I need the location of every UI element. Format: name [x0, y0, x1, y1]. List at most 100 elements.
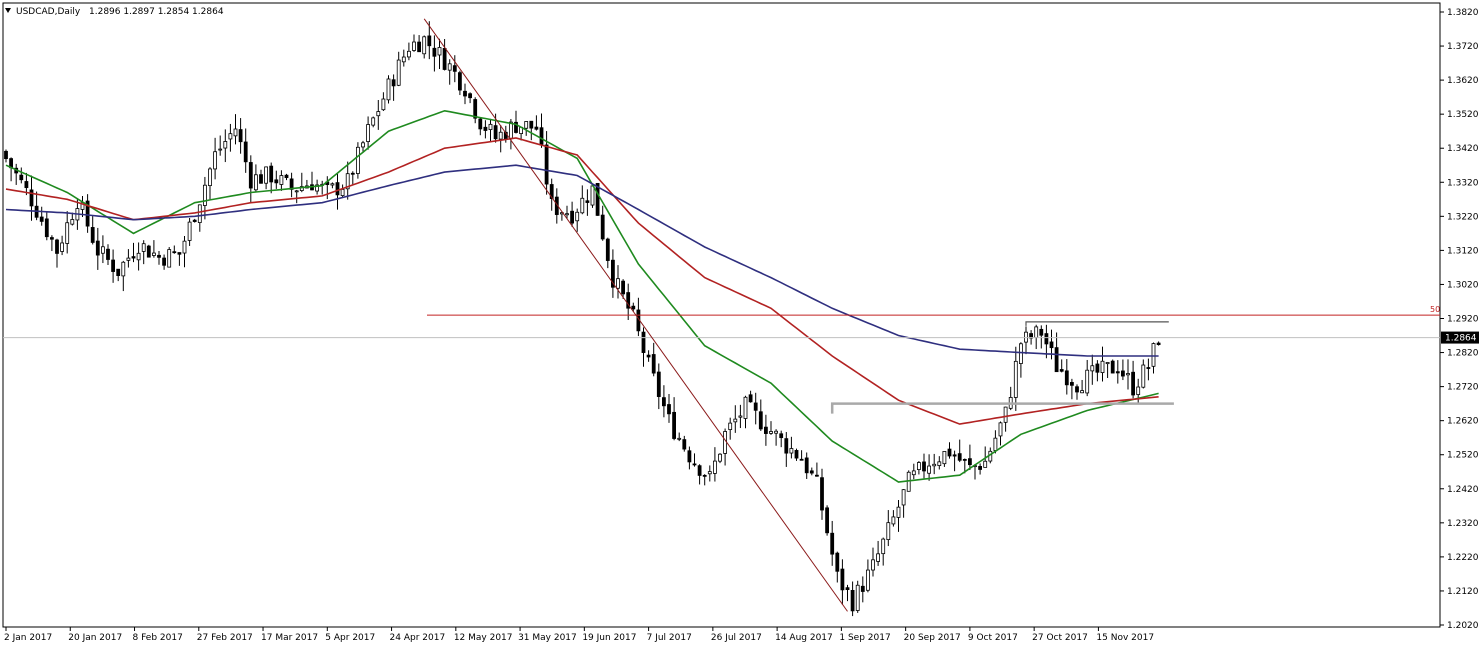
candle-body	[248, 162, 253, 189]
candle-body	[151, 252, 156, 256]
chart-header: USDCAD,Daily 1.2896 1.2897 1.2854 1.2864	[5, 7, 224, 17]
price-tick-label: 1.2720	[1447, 383, 1479, 393]
candle-body	[677, 437, 682, 440]
candle-body	[121, 261, 126, 277]
candle-body	[738, 415, 743, 418]
candle-body	[825, 507, 829, 534]
time-tick-label: 27 Feb 2017	[197, 633, 253, 643]
candle-body	[687, 450, 692, 463]
candle-body	[962, 458, 967, 461]
candle-body	[692, 463, 697, 466]
time-tick-label: 31 May 2017	[518, 633, 577, 643]
candle-body	[906, 471, 911, 492]
candle-body	[968, 458, 972, 466]
candle-body	[621, 280, 625, 295]
candle-body	[1156, 342, 1161, 346]
candle-body	[412, 41, 416, 51]
candle-body	[942, 451, 947, 465]
candle-body	[764, 426, 768, 434]
price-tick-label: 1.2120	[1447, 587, 1479, 597]
candle-body	[391, 79, 396, 87]
candle-body	[529, 120, 534, 129]
symbol-label: USDCAD,Daily	[16, 7, 81, 17]
candle-body	[493, 125, 498, 140]
candle-body	[886, 522, 891, 540]
candle-body	[723, 431, 727, 454]
candle-body	[187, 221, 192, 241]
candle-body	[580, 197, 585, 214]
candle-body	[1049, 341, 1054, 349]
candle-body	[860, 585, 865, 592]
candle-body	[575, 211, 580, 222]
time-tick-label: 17 Mar 2017	[261, 633, 318, 643]
candle-body	[850, 589, 855, 612]
candle-body	[131, 256, 136, 259]
candle-body	[192, 219, 197, 222]
candle-body	[1059, 369, 1064, 372]
candle-body	[901, 489, 906, 506]
candle-body	[646, 354, 651, 358]
candle-body	[162, 257, 167, 266]
candle-body	[1064, 370, 1069, 386]
candle-body	[794, 450, 799, 459]
candle-body	[728, 422, 733, 430]
candle-body	[1136, 386, 1141, 395]
candle-body	[993, 437, 998, 451]
candle-body	[881, 538, 886, 555]
candle-body	[1146, 367, 1151, 369]
candle-body	[702, 474, 707, 477]
candle-body	[1131, 371, 1135, 396]
candle-body	[876, 553, 880, 562]
time-tick-label: 5 Apr 2017	[325, 633, 375, 643]
candle-body	[218, 148, 223, 151]
candle-body	[177, 252, 182, 255]
candle-body	[478, 118, 483, 130]
time-tick-label: 7 Jul 2017	[647, 633, 692, 643]
candle-body	[1085, 369, 1090, 394]
candle-body	[208, 168, 212, 187]
candle-body	[39, 216, 44, 222]
candle-body	[570, 210, 574, 224]
candle-body	[799, 458, 804, 461]
candle-body	[473, 99, 478, 119]
candle-body	[437, 47, 442, 56]
candle-body	[835, 552, 840, 572]
price-tick-label: 1.3820	[1447, 8, 1479, 18]
candle-body	[483, 126, 488, 131]
candle-body	[4, 150, 8, 160]
candle-body	[233, 128, 238, 137]
time-tick-label: 20 Sep 2017	[904, 633, 961, 643]
candle-body	[452, 65, 457, 72]
candle-body	[243, 141, 248, 163]
candle-body	[498, 131, 503, 140]
candle-body	[202, 184, 207, 206]
candle-body	[779, 433, 784, 439]
candle-body	[432, 47, 437, 57]
candle-body	[197, 204, 202, 223]
candle-body	[891, 516, 896, 525]
candle-body	[457, 72, 462, 91]
current-price-label: 1.2864	[1445, 334, 1477, 344]
candle-body	[682, 439, 687, 450]
candle-body	[672, 411, 676, 439]
time-tick-label: 20 Jan 2017	[68, 633, 122, 643]
candle-body	[213, 151, 218, 170]
candle-body	[1070, 382, 1074, 386]
price-tick-label: 1.3220	[1447, 212, 1479, 222]
candle-body	[90, 227, 95, 243]
candle-body	[804, 457, 809, 474]
candle-body	[447, 63, 452, 71]
candle-body	[922, 461, 926, 472]
ohlc-readout: 1.2896 1.2897 1.2854 1.2864	[89, 7, 224, 17]
candle-body	[355, 146, 360, 174]
candle-body	[335, 182, 340, 196]
candle-body	[1003, 406, 1008, 423]
candle-body	[1141, 364, 1146, 388]
candle-body	[253, 174, 258, 191]
candle-body	[381, 98, 386, 111]
candle-body	[269, 165, 274, 183]
candle-body	[641, 331, 646, 353]
candle-body	[1105, 362, 1110, 365]
candle-body	[65, 222, 70, 244]
time-tick-label: 15 Nov 2017	[1096, 633, 1154, 643]
